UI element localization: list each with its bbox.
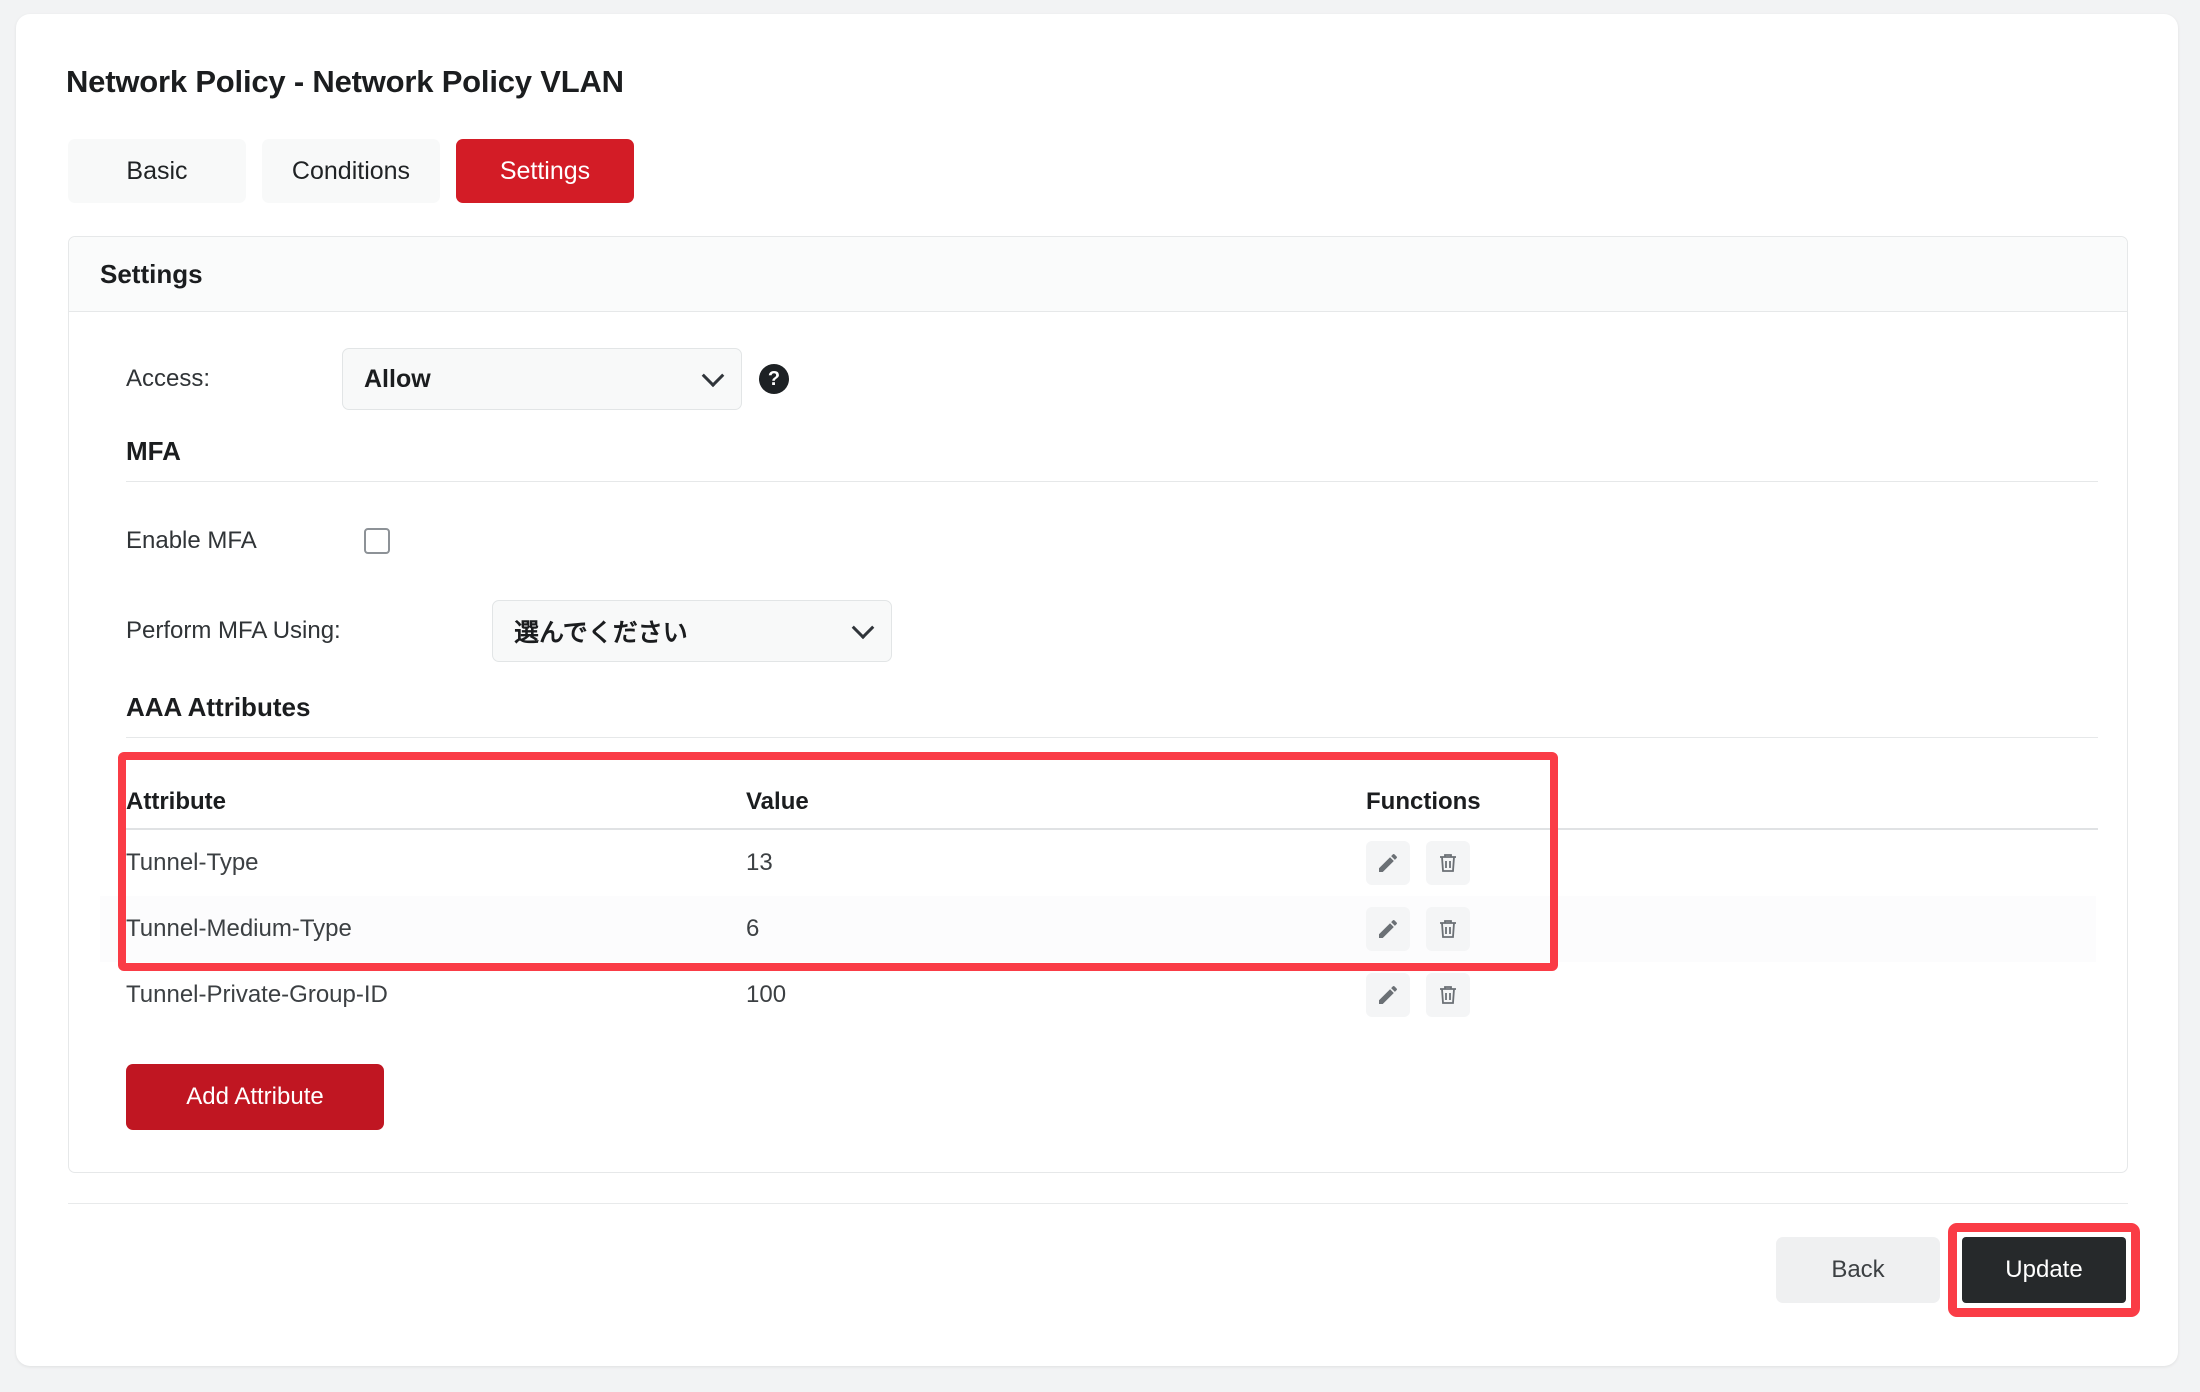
enable-mfa-label: Enable MFA	[126, 527, 257, 554]
access-select[interactable]: Allow	[342, 348, 742, 410]
pencil-icon[interactable]	[1366, 973, 1410, 1017]
perform-mfa-row: Perform MFA Using: 選んでください	[100, 600, 2096, 662]
cell-value: 100	[746, 981, 787, 1008]
update-button-wrapper: Update	[1948, 1223, 2140, 1317]
cell-value: 13	[746, 849, 773, 876]
footer-actions: Back Update	[68, 1203, 2140, 1317]
table-row: Tunnel-Private-Group-ID 100	[100, 962, 2096, 1028]
settings-panel-title: Settings	[100, 258, 203, 289]
aaa-section-heading: AAA Attributes	[126, 692, 311, 722]
back-button[interactable]: Back	[1776, 1237, 1940, 1303]
table-row: Tunnel-Medium-Type 6	[100, 896, 2096, 962]
page-background: Network Policy - Network Policy VLAN Bas…	[0, 0, 2200, 1392]
cell-functions	[1366, 841, 1746, 885]
column-header-functions: Functions	[1366, 788, 1481, 815]
question-mark-icon[interactable]: ?	[759, 364, 789, 394]
enable-mfa-checkbox[interactable]	[364, 528, 390, 554]
table-row: Tunnel-Type 13	[100, 830, 2096, 896]
perform-mfa-label: Perform MFA Using:	[126, 617, 341, 644]
cell-value: 6	[746, 915, 760, 942]
app-card: Network Policy - Network Policy VLAN Bas…	[16, 14, 2178, 1366]
cell-functions	[1366, 973, 1746, 1017]
access-label: Access:	[126, 365, 211, 392]
add-attribute-button[interactable]: Add Attribute	[126, 1064, 384, 1130]
tab-bar: Basic Conditions Settings	[68, 139, 2128, 203]
pencil-icon[interactable]	[1366, 907, 1410, 951]
perform-mfa-select-value: 選んでください	[514, 619, 688, 647]
access-row: Access: Allow ?	[100, 348, 2096, 410]
settings-panel: Settings Access: Allow ? MFA Enable MFA …	[68, 236, 2128, 1173]
access-select-value: Allow	[364, 364, 431, 393]
tab-basic[interactable]: Basic	[68, 139, 246, 203]
trash-icon[interactable]	[1426, 841, 1470, 885]
page-title: Network Policy - Network Policy VLAN	[66, 64, 624, 99]
cell-attribute: Tunnel-Private-Group-ID	[126, 981, 388, 1008]
settings-panel-body: Access: Allow ? MFA Enable MFA Perform M…	[69, 312, 2127, 1172]
tab-conditions[interactable]: Conditions	[262, 139, 440, 203]
column-header-value: Value	[746, 788, 809, 815]
mfa-section-divider	[126, 481, 2098, 482]
trash-icon[interactable]	[1426, 907, 1470, 951]
update-button[interactable]: Update	[1962, 1237, 2126, 1303]
mfa-section-heading: MFA	[126, 436, 181, 466]
cell-functions	[1366, 907, 1746, 951]
cell-attribute: Tunnel-Medium-Type	[126, 915, 352, 942]
table-header-row: Attribute Value Functions	[100, 766, 2096, 816]
column-header-attribute: Attribute	[126, 788, 226, 815]
settings-panel-header: Settings	[69, 237, 2127, 312]
chevron-down-icon	[701, 364, 725, 388]
perform-mfa-select[interactable]: 選んでください	[492, 600, 892, 662]
pencil-icon[interactable]	[1366, 841, 1410, 885]
cell-attribute: Tunnel-Type	[126, 849, 259, 876]
chevron-down-icon	[851, 616, 875, 640]
aaa-section-divider	[126, 737, 2098, 738]
trash-icon[interactable]	[1426, 973, 1470, 1017]
aaa-attributes-table: Attribute Value Functions Tunnel-Type 13	[100, 752, 2098, 1028]
enable-mfa-row: Enable MFA	[100, 510, 2096, 572]
tab-settings[interactable]: Settings	[456, 139, 634, 203]
